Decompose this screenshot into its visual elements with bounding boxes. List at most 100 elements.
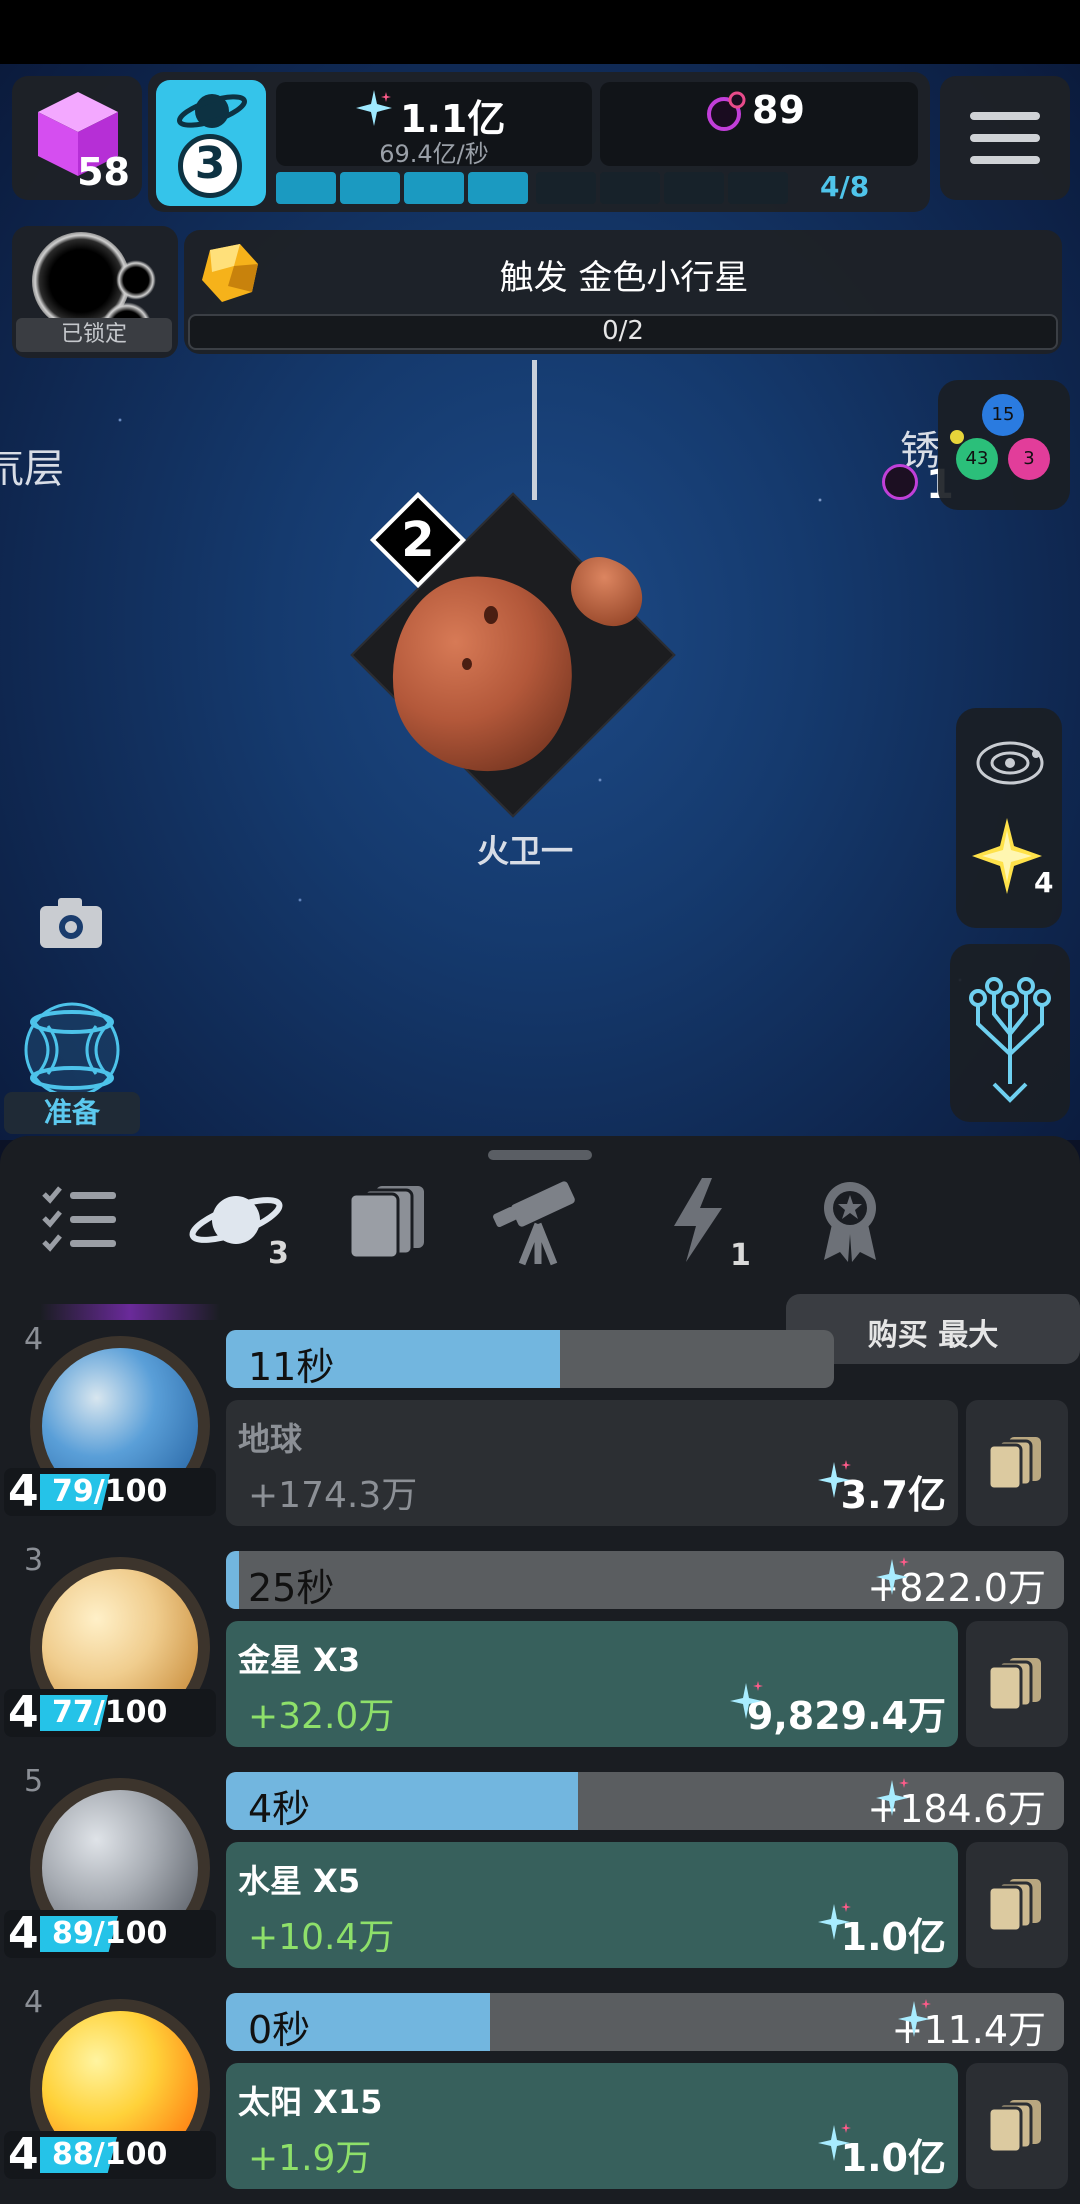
tab-cards[interactable]	[338, 1170, 438, 1270]
dark-matter-small-icon	[882, 464, 918, 500]
cards-icon	[987, 1437, 1041, 1491]
currency-display: 1.1亿 69.4亿/秒	[276, 82, 592, 168]
planet-row: 5 4 89/100 4秒 +184.6万 水星 X5 +10.4万 1.0亿	[0, 1764, 1080, 1974]
planet-level-pill: 4 88/100	[4, 2129, 216, 2180]
sparkle-icon	[818, 1460, 851, 1498]
planet-xp-text: 79/100	[52, 1474, 168, 1509]
planet-upgrade-cost: 3.7亿	[840, 1473, 946, 1517]
sparkle-icon	[730, 1681, 763, 1719]
cards-icon	[348, 1186, 424, 1260]
sparkle-icon	[818, 1902, 851, 1940]
dark-matter-amount: 89	[752, 88, 805, 132]
planet-rate-increase: +174.3万	[248, 1475, 418, 1516]
tab-telescope[interactable]	[488, 1170, 588, 1270]
lightning-icon	[674, 1178, 722, 1262]
cards-icon	[987, 1879, 1041, 1933]
wormhole-button[interactable]: 准备	[4, 1000, 140, 1134]
wheel-badge-left: 43	[956, 438, 998, 480]
camera-icon	[40, 898, 102, 948]
planet-row: 4 4 79/100 11秒地球 +174.3万 3.7亿	[0, 1322, 1080, 1532]
list-top-glow	[40, 1304, 220, 1320]
wheel-dot	[950, 430, 964, 444]
cards-icon	[987, 1658, 1041, 1712]
planet-production-bar: 4秒 +184.6万	[226, 1772, 1064, 1830]
tab-boosts-badge: 1	[730, 1238, 751, 1273]
menu-button[interactable]	[940, 76, 1070, 200]
wormhole-label: 准备	[4, 1092, 140, 1134]
planet-production-bar: 11秒	[226, 1330, 834, 1388]
hamburger-icon	[970, 112, 1040, 164]
dark-matter-display: 89	[600, 82, 918, 166]
stage-segment	[664, 172, 724, 204]
skill-tree-button[interactable]	[950, 944, 1070, 1122]
planet-upgrade-cost: 1.0亿	[840, 2136, 946, 2180]
orbit-button[interactable]	[970, 728, 1050, 798]
planet-rate-increase: +1.9万	[248, 2138, 372, 2179]
medal-icon	[824, 1182, 876, 1262]
object-rank-number: 2	[401, 512, 435, 568]
planet-index: 5	[24, 1764, 44, 1799]
status-bar	[0, 0, 1080, 64]
planet-upgrade-cost: 1.0亿	[840, 1915, 946, 1959]
black-hole-small	[116, 260, 156, 300]
tab-achievements[interactable]	[800, 1170, 900, 1270]
cube-button[interactable]: 58	[12, 76, 142, 200]
sparkle-icon	[818, 2123, 851, 2161]
object-name: 火卫一	[476, 832, 573, 870]
dark-matter-icon	[707, 91, 746, 131]
planet-cards-button[interactable]	[966, 2063, 1068, 2189]
tab-tasks[interactable]	[30, 1170, 130, 1270]
planet-xp-text: 89/100	[52, 1916, 168, 1951]
stage-segment	[536, 172, 596, 204]
planet-level-number: 4	[8, 1687, 39, 1738]
planet-upgrade-button[interactable]: 金星 X3 +32.0万 9,829.4万	[226, 1621, 958, 1747]
star-boost-button[interactable]: 4	[970, 816, 1060, 906]
planet-level-value: 3	[194, 138, 226, 189]
stage-segment	[468, 172, 528, 204]
planet-cards-button[interactable]	[966, 1400, 1068, 1526]
planet-level-button[interactable]: 3	[156, 80, 266, 206]
planet-level-number: 4	[8, 1908, 39, 1959]
star-burst-icon	[972, 818, 1042, 894]
planet-upgrade-cost: 9,829.4万	[746, 1694, 946, 1738]
tether-line	[532, 360, 537, 500]
telescope-icon	[493, 1181, 575, 1266]
skill-tree-icon	[969, 977, 1051, 1103]
currency-rate: 69.4亿/秒	[379, 140, 489, 168]
planet-level-pill: 4 79/100	[4, 1466, 216, 1517]
planet-row: 3 4 77/100 25秒 +822.0万 金星 X3 +32.0万 9,829.4万	[0, 1543, 1080, 1753]
stage-progress-bar	[276, 172, 792, 208]
planet-icon	[177, 94, 247, 128]
moon-crater	[462, 658, 472, 670]
task-title: 触发 金色小行星	[499, 258, 749, 298]
task-panel[interactable]: 触发 金色小行星 0/2	[184, 230, 1062, 354]
orbit-icon	[976, 741, 1044, 785]
planet-cards-button[interactable]	[966, 1842, 1068, 1968]
locked-slot[interactable]: 已锁定	[12, 226, 178, 358]
planet-name: 太阳 X15	[238, 2083, 383, 2121]
planet-index: 3	[24, 1543, 44, 1578]
scene-left-edge-label: 氘层	[0, 446, 64, 492]
star-boost-count: 4	[1034, 866, 1054, 899]
stage-progress-text: 4/8	[820, 170, 870, 203]
planet-name: 地球	[238, 1420, 303, 1458]
resource-wheel-button[interactable]: 15 43 3	[938, 380, 1070, 510]
drawer-handle[interactable]	[488, 1150, 592, 1160]
planet-cycle-time: 0秒	[248, 2008, 311, 2051]
camera-button[interactable]	[34, 888, 108, 956]
planet-production-bar: 0秒 +11.4万	[226, 1993, 1064, 2051]
planet-cycle-time: 25秒	[248, 1566, 335, 1609]
planet-production-bar: 25秒 +822.0万	[226, 1551, 1064, 1609]
planet-cards-button[interactable]	[966, 1621, 1068, 1747]
stage-segment	[276, 172, 336, 204]
planet-rate-increase: +10.4万	[248, 1917, 395, 1958]
planet-cycle-time: 4秒	[248, 1787, 311, 1830]
planet-rate-increase: +32.0万	[248, 1696, 395, 1737]
stage-segment	[404, 172, 464, 204]
cube-count: 58	[77, 150, 130, 194]
planet-level-number: 4	[8, 1466, 39, 1517]
locked-label: 已锁定	[16, 318, 172, 352]
planet-xp-text: 77/100	[52, 1695, 168, 1730]
planet-level-pill: 4 89/100	[4, 1908, 216, 1959]
tab-planets-badge: 3	[268, 1236, 289, 1271]
